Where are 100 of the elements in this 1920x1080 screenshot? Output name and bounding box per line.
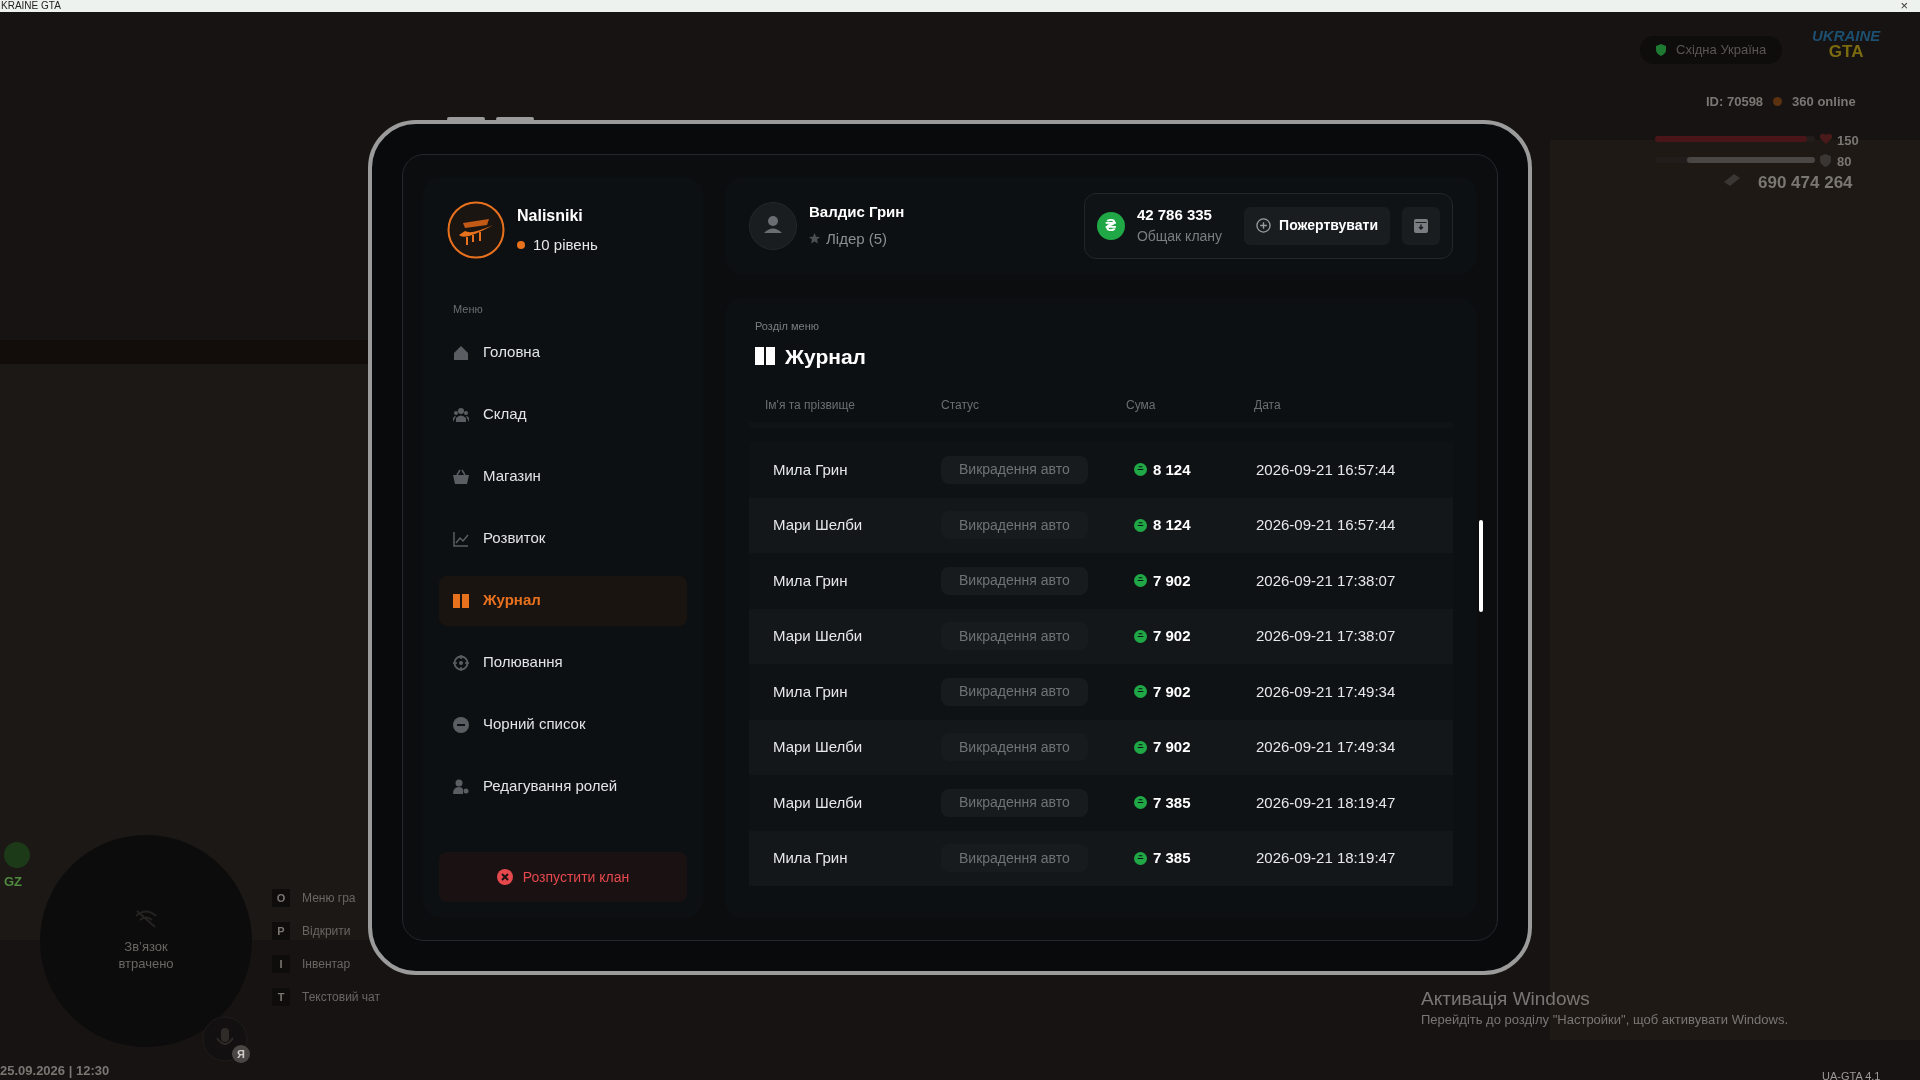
hotkey-label: Текстовий чат (302, 989, 381, 1006)
clan-name: Nalisniki (517, 205, 584, 226)
member-name: Валдис Грин (809, 202, 905, 222)
table-cell-text: 8 124 (1153, 515, 1191, 535)
table-cell-text: 2026-09-21 16:57:44 (1255, 515, 1397, 535)
table-cell-text: Мила Грин (772, 570, 849, 591)
book-icon (755, 347, 775, 366)
coin-icon (1134, 740, 1147, 754)
treasury-label: Общак клану (1136, 227, 1223, 247)
status-tag: Викрадення авто (941, 844, 1088, 873)
table-cell-text: 2026-09-21 17:49:34 (1255, 681, 1397, 702)
sidebar-item[interactable]: Полювання (439, 637, 687, 688)
key-cap: P (272, 922, 290, 940)
status-tag: Викрадення авто (941, 566, 1088, 595)
key-cap: T (272, 988, 290, 1006)
coin-icon (1134, 851, 1147, 865)
status-tag: Викрадення авто (941, 733, 1088, 762)
logo-text: GTA (1828, 43, 1864, 60)
status-tag: Викрадення авто (941, 677, 1088, 706)
logo-text: UKRAINE (1812, 28, 1881, 43)
treasury-amount: 42 786 335 (1136, 204, 1213, 225)
money-amount: 690 474 264 (1758, 172, 1853, 194)
table-cell-text: 7 902 (1153, 570, 1191, 591)
coin-icon (1134, 685, 1147, 699)
table-cell-text: Мила Грин (772, 681, 849, 702)
heart-icon (1820, 133, 1832, 144)
table-cell-text: 2026-09-21 17:49:34 (1255, 737, 1397, 757)
table-cell-text: Мила Грин (772, 459, 849, 480)
armor-value: 80 (1837, 153, 1852, 171)
column-header: Статус (941, 397, 980, 414)
column-header: Дата (1254, 397, 1282, 414)
column-header: Сума (1126, 397, 1157, 414)
home-icon (453, 344, 469, 361)
close-button[interactable]: × (1900, 0, 1908, 12)
star-icon (809, 233, 820, 245)
player-id: ID: 70598 (1706, 93, 1764, 111)
table-cell-text: 7 902 (1153, 681, 1191, 702)
chart-icon (453, 530, 469, 547)
status-tag: Викрадення авто (941, 622, 1088, 651)
column-header: Ім'я та прізвище (764, 397, 856, 414)
status-tag: Викрадення авто (941, 788, 1088, 817)
date-time: 25.09.2026 | 12:30 (0, 1062, 110, 1080)
table-cell-text: 2026-09-21 17:38:07 (1255, 626, 1397, 646)
sidebar-item[interactable]: Головна (439, 327, 687, 378)
people-icon (453, 406, 469, 423)
table-cell-text: 2026-09-21 18:19:47 (1255, 792, 1397, 813)
scrollbar-thumb[interactable] (1479, 520, 1483, 612)
hotkey-label: Меню гра (302, 890, 356, 907)
coin-icon (1134, 463, 1147, 477)
disband-button[interactable]: Розпустити клан (439, 852, 687, 902)
activation-title: Активація Windows (1421, 987, 1590, 1011)
coin-icon (1134, 796, 1147, 810)
table-cell-text: 7 385 (1153, 848, 1191, 868)
sidebar-item[interactable]: Журнал (439, 575, 687, 626)
menu-caption: Меню (452, 302, 484, 317)
table-cell-text: 2026-09-21 18:19:47 (1255, 848, 1397, 868)
health-value: 150 (1837, 132, 1859, 150)
book-icon (453, 592, 469, 609)
table-cell-text: 7 902 (1153, 737, 1191, 757)
mic-badge: Я (232, 1045, 250, 1063)
sidebar-item[interactable]: Склад (439, 389, 687, 440)
table-cell-text: 7 902 (1153, 626, 1191, 646)
sidebar-item[interactable]: Розвиток (439, 513, 687, 564)
activation-message: Перейдіть до розділу "Настройки", щоб активувати Windows. (1421, 1011, 1788, 1029)
shield-icon (1820, 154, 1831, 167)
member-role: Лідер (5) (826, 228, 888, 249)
table-cell-text: Мари Шелби (772, 737, 864, 757)
coin-icon (1134, 629, 1147, 643)
basket-icon (453, 468, 469, 485)
sidebar-item[interactable]: Чорний список (439, 699, 687, 750)
sidebar-item[interactable]: Магазин (439, 451, 687, 502)
version-label: UA-GTA 4.1 (1822, 1069, 1881, 1080)
signal-lost-icon (135, 910, 157, 928)
sidebar-item[interactable]: Редагування ролей (439, 761, 687, 812)
archive-icon (1414, 218, 1428, 233)
user-avatar-icon (749, 201, 797, 250)
clan-level: 10 рівень (533, 234, 598, 255)
close-circle-icon (496, 869, 513, 885)
clan-emblem-icon (447, 201, 505, 259)
table-cell-text: 7 385 (1153, 792, 1191, 813)
table-cell-text: Мари Шелби (772, 626, 864, 646)
section-caption: Розділ меню (755, 319, 820, 334)
shield-icon (1656, 44, 1666, 56)
hotkey-label: Відкрити (302, 923, 351, 940)
section-title: Журнал (785, 343, 866, 370)
connection-status: Зв’язок втрачено (117, 938, 175, 972)
archive-button[interactable] (1402, 206, 1440, 245)
table-cell-text: 8 124 (1153, 459, 1191, 480)
donate-button[interactable]: Пожертвувати (1244, 206, 1390, 245)
window-title: KRAINE GTA (0, 0, 61, 12)
hotkey-label: Інвентар (302, 956, 351, 973)
target-icon (453, 654, 469, 671)
coin-icon (1134, 518, 1147, 532)
minus-icon (453, 716, 469, 733)
key-cap: I (272, 955, 290, 973)
region-label: Східна Україна (1676, 41, 1767, 60)
currency-icon: ₴ (1096, 211, 1125, 240)
online-count: 360 online (1792, 93, 1856, 111)
zone-label: GZ (4, 873, 23, 891)
coin-icon (1134, 574, 1147, 588)
